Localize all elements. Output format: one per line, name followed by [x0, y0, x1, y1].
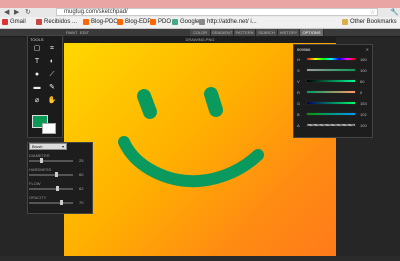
pencil-icon[interactable]: ⟋ [46, 70, 58, 80]
reload-icon[interactable]: ↻ [25, 9, 31, 16]
channel-label-v: V [297, 79, 300, 84]
blue-value: 102 [360, 112, 367, 117]
diameter-slider-thumb[interactable] [40, 158, 43, 163]
bookmark-blog-pdo[interactable]: Blog-PDO [83, 18, 118, 26]
diameter-slider[interactable] [29, 160, 73, 162]
shape-icon[interactable]: ◐ [46, 57, 58, 67]
bookmark-gmail[interactable]: Gmail [2, 18, 26, 26]
page-icon [199, 19, 205, 25]
wrench-icon[interactable]: 🔧 [390, 8, 399, 16]
chevron-down-icon: ▾ [61, 144, 64, 149]
text-icon[interactable]: T [31, 57, 43, 67]
smudge-icon[interactable]: ✎ [46, 83, 58, 93]
flow-slider[interactable] [29, 188, 73, 190]
menu-edit[interactable]: EDIT [80, 29, 89, 36]
opacity-slider[interactable] [29, 202, 73, 204]
right-eye-stroke [204, 87, 223, 117]
flow-slider-thumb[interactable] [56, 186, 59, 191]
slider-label-hardness: HARDNESS [29, 167, 52, 172]
crop-icon[interactable]: ⌗ [46, 44, 58, 54]
opacity-value: 70 [79, 200, 84, 205]
slider-label-opacity: OPACITY [29, 195, 47, 200]
canvas-title: DRAWING.PNG [64, 36, 336, 43]
opacity-slider-thumb[interactable] [60, 200, 63, 205]
value-value: 60 [360, 79, 365, 84]
hand-icon[interactable]: ✋ [46, 96, 58, 106]
hue-slider[interactable] [306, 57, 356, 61]
blue-slider[interactable] [306, 112, 356, 116]
select-icon[interactable]: ▢ [31, 44, 43, 54]
hardness-slider[interactable] [29, 174, 73, 176]
red-slider[interactable] [306, 90, 356, 94]
hue-value: 160 [360, 57, 367, 62]
alpha-slider[interactable] [306, 123, 356, 127]
tab-color[interactable]: COLOR [190, 29, 211, 36]
alpha-value: 100 [360, 123, 367, 128]
red-value: 0 [360, 90, 363, 95]
blogger-icon [117, 19, 123, 25]
left-eye-stroke [137, 89, 157, 119]
back-icon[interactable]: ◀ [4, 9, 9, 16]
tools-title: TOOLS [30, 37, 44, 42]
green-value: 153 [360, 101, 367, 106]
color-picker-panel: 009966 ✕ H 160 S 100 V 60 R 0 G 153 B 10… [293, 44, 373, 138]
tab-options[interactable]: OPTIONS [300, 29, 324, 36]
folder-icon [342, 19, 348, 25]
gmail-icon [2, 19, 8, 25]
close-icon[interactable]: ✕ [366, 47, 369, 52]
saturation-value: 100 [360, 68, 367, 73]
channel-label-h: H [297, 57, 300, 62]
saturation-slider[interactable] [306, 68, 356, 72]
tab-pattern[interactable]: PATTERN [234, 29, 256, 36]
bookmark-atdhe[interactable]: http://atdhe.net/ i... [199, 18, 257, 26]
blogger-icon [83, 19, 89, 25]
channel-label-a: A [297, 123, 300, 128]
star-icon[interactable]: ☆ [370, 9, 375, 16]
secondary-color-swatch[interactable] [42, 123, 56, 134]
mail-icon [36, 19, 42, 25]
eyedropper-icon[interactable]: ⌀ [31, 96, 43, 106]
channel-label-g: G [297, 101, 301, 106]
blogger-icon [150, 19, 156, 25]
bookmark-recibidos[interactable]: Recibidos ... [36, 18, 77, 26]
brush-icon[interactable]: ● [31, 70, 43, 80]
address-text: mugtug.com/sketchpad/ [64, 9, 128, 15]
tab-history[interactable]: HISTORY [278, 29, 300, 36]
window-titlebar [0, 0, 400, 8]
forward-icon[interactable]: ▶ [14, 9, 19, 16]
menu-paint[interactable]: PAINT [66, 29, 77, 36]
tab-gradient[interactable]: GRADIENT [211, 29, 234, 36]
eraser-icon[interactable]: ▬ [31, 83, 43, 93]
hardness-slider-thumb[interactable] [55, 172, 58, 177]
other-bookmarks[interactable]: Other Bookmarks [342, 18, 397, 26]
bookmark-google[interactable]: Google [172, 18, 199, 26]
channel-label-s: S [297, 68, 300, 73]
channel-label-b: B [297, 112, 300, 117]
smile-stroke [118, 136, 264, 188]
diameter-value: 25 [79, 158, 84, 163]
channel-label-r: R [297, 90, 300, 95]
tab-search[interactable]: SEARCH [256, 29, 278, 36]
google-icon [172, 19, 178, 25]
flow-value: 62 [79, 186, 84, 191]
color-hex-value: 009966 [297, 47, 311, 52]
hardness-value: 60 [79, 172, 84, 177]
bookmark-blog-edp[interactable]: Blog-EDP [117, 18, 151, 26]
brush-type-select[interactable]: Brush ▾ [29, 143, 67, 150]
green-slider[interactable] [306, 101, 356, 105]
tools-panel: TOOLS ▢ ⌗ T ◐ ● ⟋ ▬ ✎ ⌀ ✋ [27, 35, 63, 138]
bookmark-pdo[interactable]: PDO [150, 18, 171, 26]
slider-label-flow: FLOW [29, 181, 41, 186]
value-slider[interactable] [306, 79, 356, 83]
